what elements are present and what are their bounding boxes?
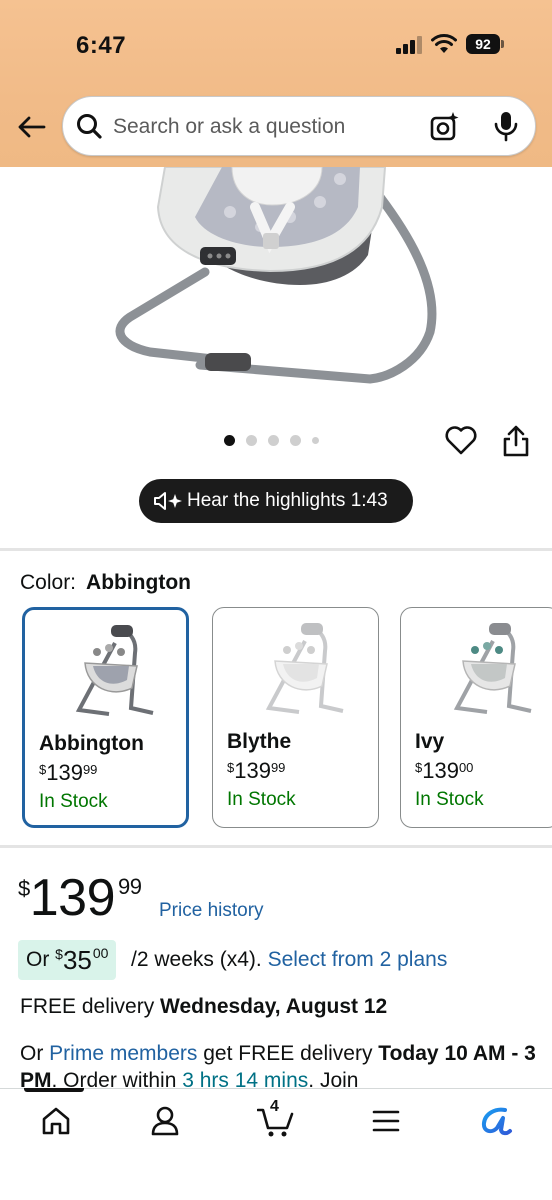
swatch-price-fraction: 99 xyxy=(82,762,98,777)
swatch-image-abbington xyxy=(75,625,154,716)
color-swatch-ivy[interactable]: Ivy $13900 In Stock xyxy=(400,607,552,828)
swatch-price-whole: 139 xyxy=(46,760,83,785)
search-icon xyxy=(77,114,102,139)
pagination-dot[interactable] xyxy=(312,436,319,444)
prime-or: Or xyxy=(20,1042,44,1065)
select-plans-link[interactable]: Select from 2 plans xyxy=(268,948,448,971)
bottom-navigation: 4 xyxy=(0,1088,552,1200)
delivery-date: Wednesday, August 12 xyxy=(160,995,388,1018)
menu-icon xyxy=(372,1110,400,1132)
swatch-price: $13900 xyxy=(415,758,473,784)
swatch-name: Ivy xyxy=(415,730,445,753)
image-pagination-dots xyxy=(224,433,319,447)
installment-prefix: Or xyxy=(26,948,50,971)
battery-tip xyxy=(501,40,504,48)
product-price: $139 99 xyxy=(18,868,142,928)
price-whole: 139 xyxy=(29,869,116,927)
color-selection-label: Color: Abbington xyxy=(20,571,191,595)
nav-menu[interactable] xyxy=(364,1101,408,1141)
swatch-price-currency: $ xyxy=(39,762,47,777)
swatch-image-ivy xyxy=(453,623,532,714)
price-history-link[interactable]: Price history xyxy=(159,900,264,922)
camera-search-icon[interactable] xyxy=(429,111,461,143)
color-swatch-blythe[interactable]: Blythe $13999 In Stock xyxy=(212,607,379,828)
color-selected-value: Abbington xyxy=(86,571,191,594)
installment-fraction: 00 xyxy=(92,945,109,961)
swatch-stock-status: In Stock xyxy=(39,791,108,812)
pagination-dot[interactable] xyxy=(246,434,257,446)
heart-icon[interactable] xyxy=(444,424,478,456)
nav-cart[interactable]: 4 xyxy=(254,1098,298,1141)
microphone-icon[interactable] xyxy=(493,110,519,142)
nav-active-indicator xyxy=(24,1088,84,1092)
delivery-info: FREE delivery Wednesday, August 12 xyxy=(20,995,387,1019)
swatch-price-whole: 139 xyxy=(422,758,459,783)
status-time: 6:47 xyxy=(76,32,127,59)
pagination-dot-active[interactable] xyxy=(224,434,235,446)
search-input[interactable] xyxy=(113,109,413,145)
installment-term: /2 weeks (x4). xyxy=(131,948,262,971)
back-button[interactable] xyxy=(14,110,48,144)
price-currency: $ xyxy=(18,876,30,901)
swatch-price: $13999 xyxy=(227,758,285,784)
pagination-dot[interactable] xyxy=(290,434,301,446)
prime-middle: get FREE delivery xyxy=(203,1042,373,1065)
installment-badge: Or $35 00 xyxy=(18,940,117,980)
price-fraction: 99 xyxy=(118,874,142,899)
cart-count-badge: 4 xyxy=(270,1098,279,1115)
search-bar[interactable] xyxy=(62,96,536,156)
speaker-sparkle-icon xyxy=(154,492,182,510)
arrow-left-icon xyxy=(18,116,46,138)
nav-rufus[interactable] xyxy=(474,1101,518,1141)
swatch-price-whole: 139 xyxy=(234,758,271,783)
delivery-prefix: FREE delivery xyxy=(20,995,155,1018)
battery-indicator: 92 xyxy=(466,34,504,54)
swatch-price-fraction: 00 xyxy=(458,760,474,775)
swatch-price-currency: $ xyxy=(415,760,423,775)
product-image[interactable] xyxy=(0,167,552,422)
nav-account[interactable] xyxy=(143,1101,187,1141)
swatch-name: Blythe xyxy=(227,730,292,753)
nav-home[interactable] xyxy=(34,1101,78,1141)
swatch-stock-status: In Stock xyxy=(415,789,484,810)
hear-highlights-label: Hear the highlights 1:43 xyxy=(187,490,388,511)
installment-terms: /2 weeks (x4). Select from 2 plans xyxy=(131,948,447,972)
prime-today: Today xyxy=(378,1042,439,1065)
status-bar: 6:47 92 xyxy=(0,0,552,90)
swatch-image-blythe xyxy=(265,623,344,714)
hear-highlights-button[interactable]: Hear the highlights 1:43 xyxy=(139,479,413,523)
prime-delivery-info: Or Prime members get FREE delivery Today… xyxy=(20,1040,540,1094)
baby-swing-image xyxy=(115,167,437,384)
swatch-price-fraction: 99 xyxy=(270,760,286,775)
installment-currency: $ xyxy=(55,946,63,962)
cellular-signal-icon xyxy=(396,36,422,54)
battery-level: 92 xyxy=(466,34,500,54)
wifi-icon xyxy=(431,34,457,53)
app-header: 6:47 92 xyxy=(0,0,552,167)
installment-whole: 35 xyxy=(62,944,92,975)
swatch-stock-status: In Stock xyxy=(227,789,296,810)
pagination-dot[interactable] xyxy=(268,434,279,446)
share-icon[interactable] xyxy=(500,424,532,458)
prime-members-link[interactable]: Prime members xyxy=(49,1042,197,1065)
section-divider xyxy=(0,548,552,551)
swatch-name: Abbington xyxy=(39,732,144,755)
rufus-icon xyxy=(481,1107,512,1136)
account-icon xyxy=(151,1106,179,1136)
color-label-text: Color: xyxy=(20,571,77,594)
swatch-price: $13999 xyxy=(39,760,97,786)
swatch-price-currency: $ xyxy=(227,760,235,775)
home-icon xyxy=(42,1107,70,1135)
section-divider xyxy=(0,845,552,848)
color-swatch-abbington[interactable]: Abbington $13999 In Stock xyxy=(22,607,189,828)
